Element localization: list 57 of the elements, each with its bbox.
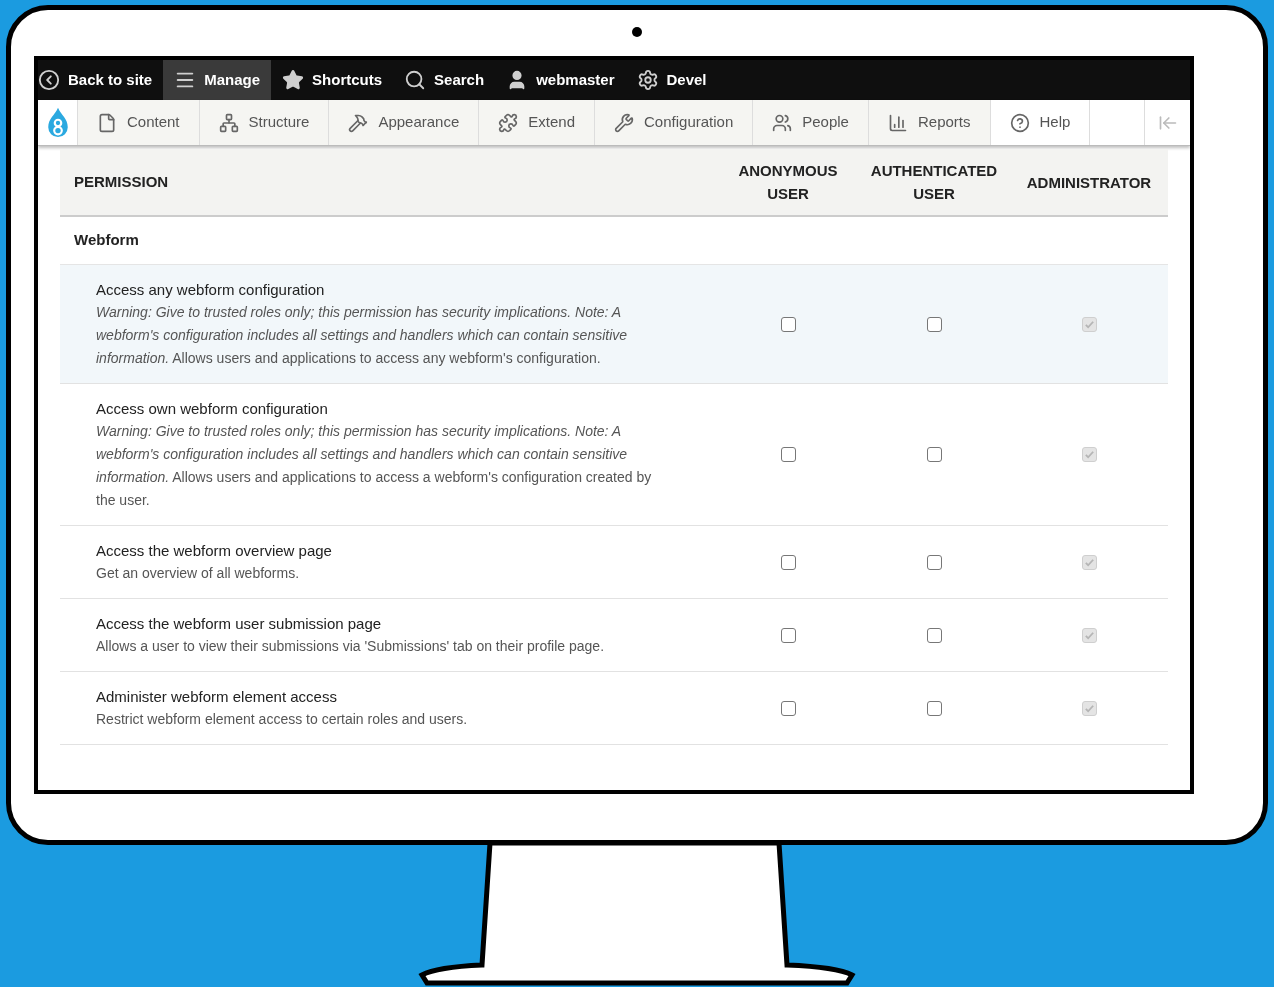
checkbox[interactable] [780, 627, 796, 643]
column-header: AUTHENTICATED USER [869, 161, 999, 204]
back-icon [38, 69, 60, 91]
tray-item[interactable]: Content [78, 100, 200, 145]
puzzle-icon [498, 112, 519, 133]
toolbar-item[interactable]: Shortcuts [271, 60, 394, 100]
permission-description: Restrict webform element access to certain roles and users. [96, 710, 469, 729]
permission-description: Get an overview of all webforms. [96, 564, 301, 583]
people-icon [772, 112, 793, 133]
checkbox[interactable] [926, 627, 942, 643]
permission-description: Warning: Give to trusted roles only; this permission has security implications. Note: A webform's configuration includes all settings and handlers which can contain sensitive information. Allows users and applications to access any webform's configuration. [96, 303, 629, 368]
checkbox[interactable] [780, 554, 796, 570]
tray-item[interactable]: Appearance [329, 100, 480, 145]
check-icon [1083, 318, 1095, 330]
permission-title: Access the webform user submission page [96, 614, 383, 634]
tray-item[interactable]: Configuration [595, 100, 754, 145]
group-heading: Webform [73, 230, 139, 251]
checkbox[interactable] [780, 316, 796, 332]
document-icon [97, 112, 117, 133]
column-header: ANONYMOUS USER [737, 161, 839, 204]
tray-item[interactable]: Reports [868, 100, 991, 145]
bar-chart-icon [887, 112, 908, 133]
column-header: ADMINISTRATOR [1025, 172, 1153, 193]
permission-title: Access any webform configuration [96, 280, 326, 300]
check-icon [1083, 702, 1095, 714]
column-header: PERMISSION [73, 171, 170, 192]
toolbar-item[interactable]: Devel [625, 60, 718, 100]
permission-title: Access own webform configuration [96, 399, 329, 419]
checkbox[interactable] [926, 447, 942, 462]
checkbox[interactable] [780, 447, 796, 462]
permission-description: Warning: Give to trusted roles only; this permission has security implications. Note: A webform's configuration includes all settings and handlers which can contain sensitive information. Allows users and applications to access a webform's configuration created by the user. [96, 422, 653, 510]
camera-icon [632, 27, 642, 37]
star-icon [282, 69, 305, 91]
toolbar-item[interactable]: Manage [163, 60, 272, 100]
tray-item[interactable]: Help [990, 100, 1091, 145]
toolbar-item[interactable]: Back to site [38, 60, 164, 100]
check-icon [1083, 556, 1095, 568]
settings-icon [636, 69, 659, 91]
check-icon [1083, 629, 1095, 641]
checkbox[interactable] [926, 316, 942, 332]
tray-item[interactable]: Extend [479, 100, 595, 145]
hierarchy-icon [218, 112, 239, 133]
toolbar-item[interactable]: Search [393, 60, 496, 100]
checkbox[interactable] [926, 554, 942, 570]
tray-item[interactable]: Structure [199, 100, 330, 145]
tray-item[interactable]: People [753, 100, 869, 145]
checkbox[interactable] [926, 700, 942, 716]
permission-description: Allows a user to view their submissions via 'Submissions' tab on their profile page. [96, 637, 606, 656]
permission-title: Access the webform overview page [96, 541, 333, 561]
hammer-icon [348, 112, 369, 133]
permission-title: Administer webform element access [96, 687, 338, 707]
wrench-icon [614, 112, 634, 133]
checkbox[interactable] [780, 700, 796, 716]
check-icon [1083, 449, 1095, 460]
search-icon [404, 69, 427, 91]
toolbar-item[interactable]: webmaster [495, 60, 626, 100]
help-icon [1009, 112, 1030, 133]
